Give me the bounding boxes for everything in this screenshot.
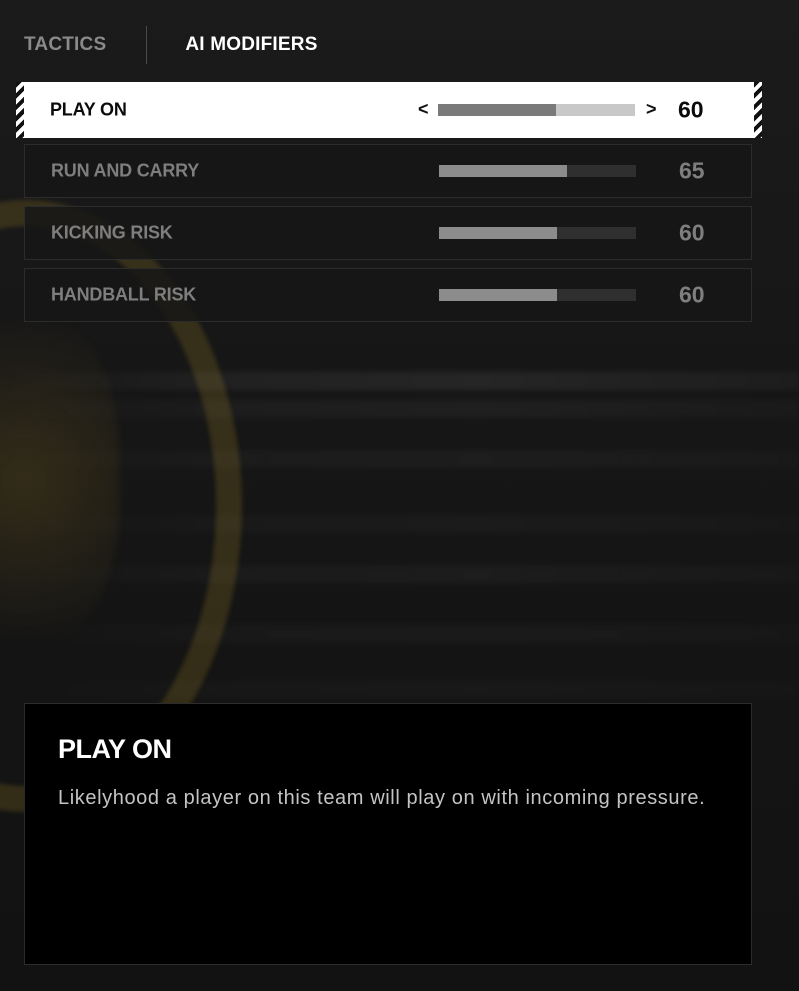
- selection-stripes-right: [754, 82, 762, 138]
- ai-modifiers-screen: TACTICS AI MODIFIERS PLAY ON < > 60 RUN …: [0, 0, 799, 991]
- tab-ai-modifiers[interactable]: AI MODIFIERS: [185, 34, 317, 56]
- slider-fill: [439, 289, 558, 301]
- background-band: [0, 625, 799, 643]
- modifier-value: 60: [679, 281, 705, 308]
- selection-stripes-left: [16, 82, 24, 138]
- modifier-slider[interactable]: [439, 289, 636, 301]
- slider-fill: [438, 104, 557, 116]
- modifier-row-kicking-risk[interactable]: KICKING RISK 60: [24, 206, 752, 260]
- tab-tactics[interactable]: TACTICS: [24, 34, 106, 56]
- description-title: PLAY ON: [58, 734, 172, 764]
- background-band: [0, 450, 799, 468]
- modifier-slider[interactable]: [439, 165, 636, 177]
- tab-bar: TACTICS AI MODIFIERS: [24, 26, 318, 64]
- modifier-value: 65: [679, 157, 705, 184]
- decrease-arrow-icon[interactable]: <: [418, 99, 429, 120]
- modifier-slider[interactable]: [438, 104, 635, 116]
- modifier-value: 60: [678, 96, 704, 123]
- increase-arrow-icon[interactable]: >: [646, 99, 657, 120]
- background-band: [0, 680, 799, 698]
- modifier-slider[interactable]: [439, 227, 636, 239]
- modifier-value: 60: [679, 219, 705, 246]
- modifier-label: RUN AND CARRY: [51, 160, 200, 181]
- modifier-label: KICKING RISK: [51, 222, 173, 243]
- modifier-list: PLAY ON < > 60 RUN AND CARRY 65 KICKING …: [16, 82, 762, 330]
- background-band: [0, 372, 799, 390]
- modifier-row-run-and-carry[interactable]: RUN AND CARRY 65: [24, 144, 752, 198]
- modifier-label: HANDBALL RISK: [51, 284, 197, 305]
- modifier-row-handball-risk[interactable]: HANDBALL RISK 60: [24, 268, 752, 322]
- background-band: [0, 515, 799, 533]
- modifier-row-play-on[interactable]: PLAY ON < > 60: [16, 82, 762, 138]
- description-panel: PLAY ON Likelyhood a player on this team…: [24, 703, 752, 965]
- slider-fill: [439, 227, 558, 239]
- tab-divider: [146, 26, 148, 64]
- slider-fill: [439, 165, 568, 177]
- description-text: Likelyhood a player on this team will pl…: [58, 787, 706, 809]
- background-band: [0, 400, 799, 418]
- background-band: [0, 565, 799, 583]
- modifier-label: PLAY ON: [50, 99, 127, 120]
